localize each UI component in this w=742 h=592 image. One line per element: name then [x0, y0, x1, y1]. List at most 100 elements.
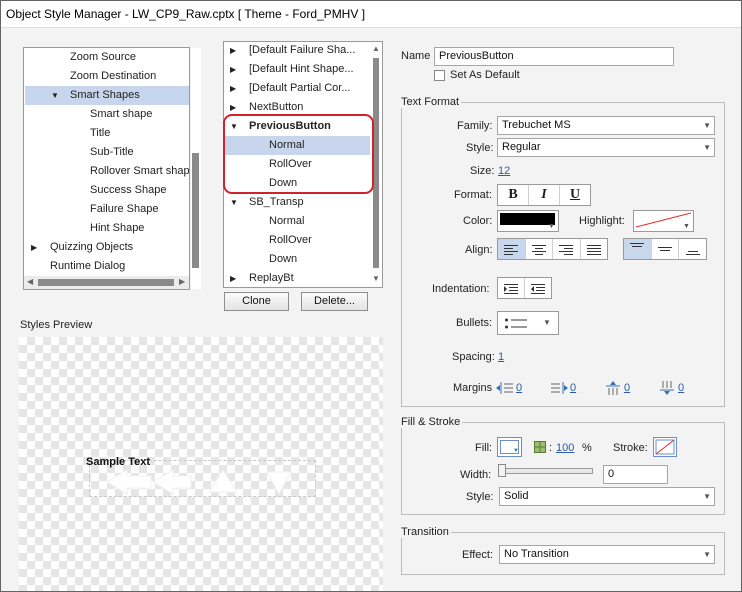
collapsed-arrow-icon[interactable]: ▶ — [230, 42, 236, 60]
align-middle-button[interactable] — [652, 239, 680, 259]
scroll-right-arrow-icon[interactable]: ▶ — [179, 277, 185, 286]
object-style-manager-window: Object Style Manager - LW_CP9_Raw.cptx [… — [0, 0, 742, 592]
stroke-style-select[interactable]: Solid ▼ — [499, 487, 715, 506]
style-tree-item[interactable]: Down — [225, 250, 370, 269]
fill-opacity-value[interactable]: 100 — [556, 442, 574, 454]
scroll-up-arrow-icon[interactable]: ▲ — [372, 44, 380, 53]
outdent-button[interactable] — [498, 278, 525, 298]
style-tree-item[interactable]: ▼ SB_Transp — [225, 193, 370, 212]
category-tree-item-label: Hint Shape — [90, 222, 145, 234]
style-tree-item[interactable]: ▶ ReplayBt — [225, 269, 370, 287]
vertical-align-group — [623, 238, 707, 260]
font-family-value: Trebuchet MS — [502, 119, 571, 131]
collapsed-arrow-icon[interactable]: ▶ — [230, 60, 236, 79]
transition-effect-select[interactable]: No Transition ▼ — [499, 545, 715, 564]
align-justify-button[interactable] — [581, 239, 608, 259]
underline-button[interactable]: U — [560, 185, 590, 205]
style-tree-item[interactable]: ▶ [Default Partial Cor... — [225, 79, 370, 98]
font-style-value: Regular — [502, 141, 541, 153]
style-label: Style: — [466, 142, 494, 154]
stroke-width-slider[interactable] — [499, 468, 593, 474]
margin-bottom-icon — [660, 381, 674, 395]
collapsed-arrow-icon[interactable]: ▶ — [230, 79, 236, 98]
format-label: Format: — [454, 189, 492, 201]
style-tree-item[interactable]: RollOver — [225, 231, 370, 250]
category-tree-item[interactable]: Smart shape — [25, 105, 189, 124]
category-tree-item[interactable]: Rollover Smart shap — [25, 162, 189, 181]
category-tree-item[interactable]: ▶ Quizzing Objects — [25, 238, 189, 257]
vscroll-thumb[interactable] — [192, 153, 199, 268]
category-tree-item[interactable]: Zoom Source — [25, 48, 189, 67]
category-tree-item[interactable]: Hint Shape — [25, 219, 189, 238]
spacing-value[interactable]: 1 — [498, 351, 504, 363]
clone-button[interactable]: Clone — [224, 292, 289, 311]
highlight-annotation — [223, 114, 374, 194]
style-tree-item[interactable]: ▶ [Default Failure Sha... — [225, 42, 370, 60]
outdent-icon — [504, 283, 518, 294]
bullets-select[interactable]: ▼ — [497, 311, 559, 335]
bullet-list-icon — [505, 318, 527, 329]
font-style-select[interactable]: Regular ▼ — [497, 138, 715, 157]
bold-button[interactable]: B — [498, 185, 529, 205]
align-center-button[interactable] — [526, 239, 553, 259]
category-tree-item[interactable]: Failure Shape — [25, 200, 189, 219]
category-tree-item[interactable]: Sub-Title — [25, 143, 189, 162]
font-color-swatch — [500, 213, 555, 225]
align-middle-icon — [658, 247, 672, 251]
align-top-button[interactable] — [624, 239, 652, 259]
stroke-width-input[interactable]: 0 — [603, 465, 668, 484]
category-tree-item[interactable]: Zoom Destination — [25, 67, 189, 86]
category-tree-vscroll-bar[interactable] — [191, 48, 201, 289]
margin-right-value[interactable]: 0 — [570, 382, 576, 394]
set-as-default-checkbox[interactable] — [434, 70, 445, 81]
category-tree-hscroll[interactable]: ◀ ▶ — [24, 276, 189, 289]
scroll-down-arrow-icon[interactable]: ▼ — [372, 274, 380, 283]
category-tree-item[interactable]: ▼ Smart Shapes — [25, 86, 189, 105]
delete-button[interactable]: Delete... — [301, 292, 368, 311]
indent-button[interactable] — [525, 278, 551, 298]
margin-left-value[interactable]: 0 — [516, 382, 522, 394]
color-label: Color: — [463, 215, 493, 227]
set-as-default-label: Set As Default — [450, 69, 520, 81]
hscroll-thumb[interactable] — [38, 279, 174, 286]
fill-color-picker[interactable]: ▼ — [497, 437, 522, 457]
category-tree-item[interactable]: Title — [25, 124, 189, 143]
font-size-value[interactable]: 12 — [498, 165, 510, 177]
align-center-icon — [531, 244, 546, 255]
align-left-icon — [504, 244, 519, 255]
style-tree-item-label: [Default Hint Shape... — [249, 63, 354, 75]
chevron-down-icon: ▼ — [513, 448, 519, 454]
font-color-picker[interactable]: ▼ — [497, 210, 559, 232]
stroke-color-picker[interactable] — [653, 437, 677, 457]
margin-top-value[interactable]: 0 — [624, 382, 630, 394]
highlight-color-picker[interactable]: ▼ — [633, 210, 694, 232]
fill-stroke-heading: Fill & Stroke — [399, 416, 463, 428]
bullets-label: Bullets: — [456, 317, 493, 329]
opacity-unit: % — [582, 442, 592, 454]
align-right-button[interactable] — [553, 239, 581, 259]
italic-button[interactable]: I — [529, 185, 560, 205]
category-tree-item-label: Zoom Destination — [70, 70, 157, 82]
scroll-left-arrow-icon[interactable]: ◀ — [27, 277, 33, 286]
align-left-button[interactable] — [498, 239, 526, 259]
style-tree-item[interactable]: Normal — [225, 212, 370, 231]
name-label: Name — [401, 50, 431, 62]
align-bottom-button[interactable] — [679, 239, 706, 259]
indentation-label: Indentation: — [432, 283, 490, 295]
style-tree-item[interactable]: ▶ [Default Hint Shape... — [225, 60, 370, 79]
name-input[interactable]: PreviousButton — [434, 47, 674, 66]
collapsed-arrow-icon[interactable]: ▶ — [31, 238, 37, 257]
font-family-select[interactable]: Trebuchet MS ▼ — [497, 116, 715, 135]
category-tree-item[interactable]: Runtime Dialog — [25, 257, 189, 276]
expanded-arrow-icon[interactable]: ▼ — [51, 86, 59, 105]
category-tree-item-label: Quizzing Objects — [50, 241, 134, 253]
transition-effect-value: No Transition — [504, 548, 569, 560]
style-tree-item-label: [Default Partial Cor... — [249, 82, 351, 94]
margin-bottom-value[interactable]: 0 — [678, 382, 684, 394]
chevron-down-icon: ▼ — [543, 318, 551, 327]
category-tree-item[interactable]: Success Shape — [25, 181, 189, 200]
expanded-arrow-icon[interactable]: ▼ — [230, 193, 238, 212]
chevron-down-icon: ▼ — [683, 223, 690, 230]
collapsed-arrow-icon[interactable]: ▶ — [230, 269, 236, 287]
slider-handle[interactable] — [498, 464, 506, 477]
